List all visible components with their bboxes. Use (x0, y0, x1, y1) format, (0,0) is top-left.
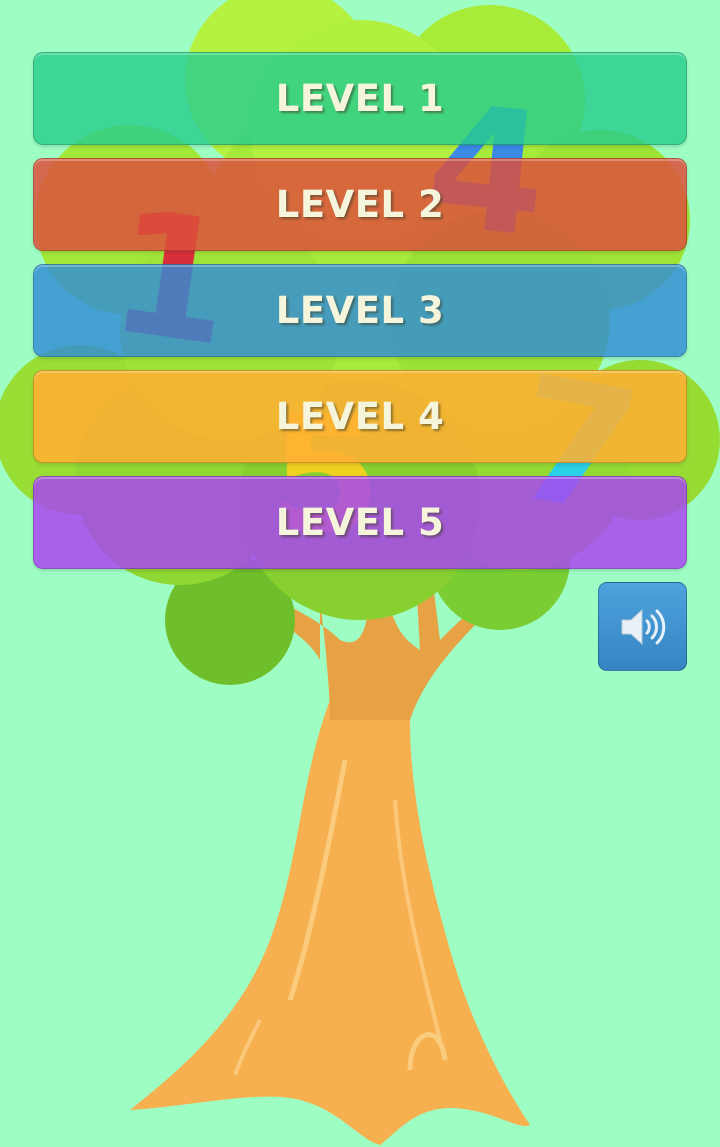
sound-toggle-button[interactable] (598, 582, 687, 671)
level-2-button[interactable]: LEVEL 2 (33, 158, 687, 251)
level-3-label: LEVEL 3 (275, 289, 445, 332)
level-1-label: LEVEL 1 (275, 77, 445, 120)
level-5-label: LEVEL 5 (275, 501, 445, 544)
speaker-volume-icon (621, 608, 665, 645)
level-1-button[interactable]: LEVEL 1 (33, 52, 687, 145)
level-4-button[interactable]: LEVEL 4 (33, 370, 687, 463)
level-4-label: LEVEL 4 (275, 395, 445, 438)
level-2-label: LEVEL 2 (275, 183, 445, 226)
level-5-button[interactable]: LEVEL 5 (33, 476, 687, 569)
level-3-button[interactable]: LEVEL 3 (33, 264, 687, 357)
